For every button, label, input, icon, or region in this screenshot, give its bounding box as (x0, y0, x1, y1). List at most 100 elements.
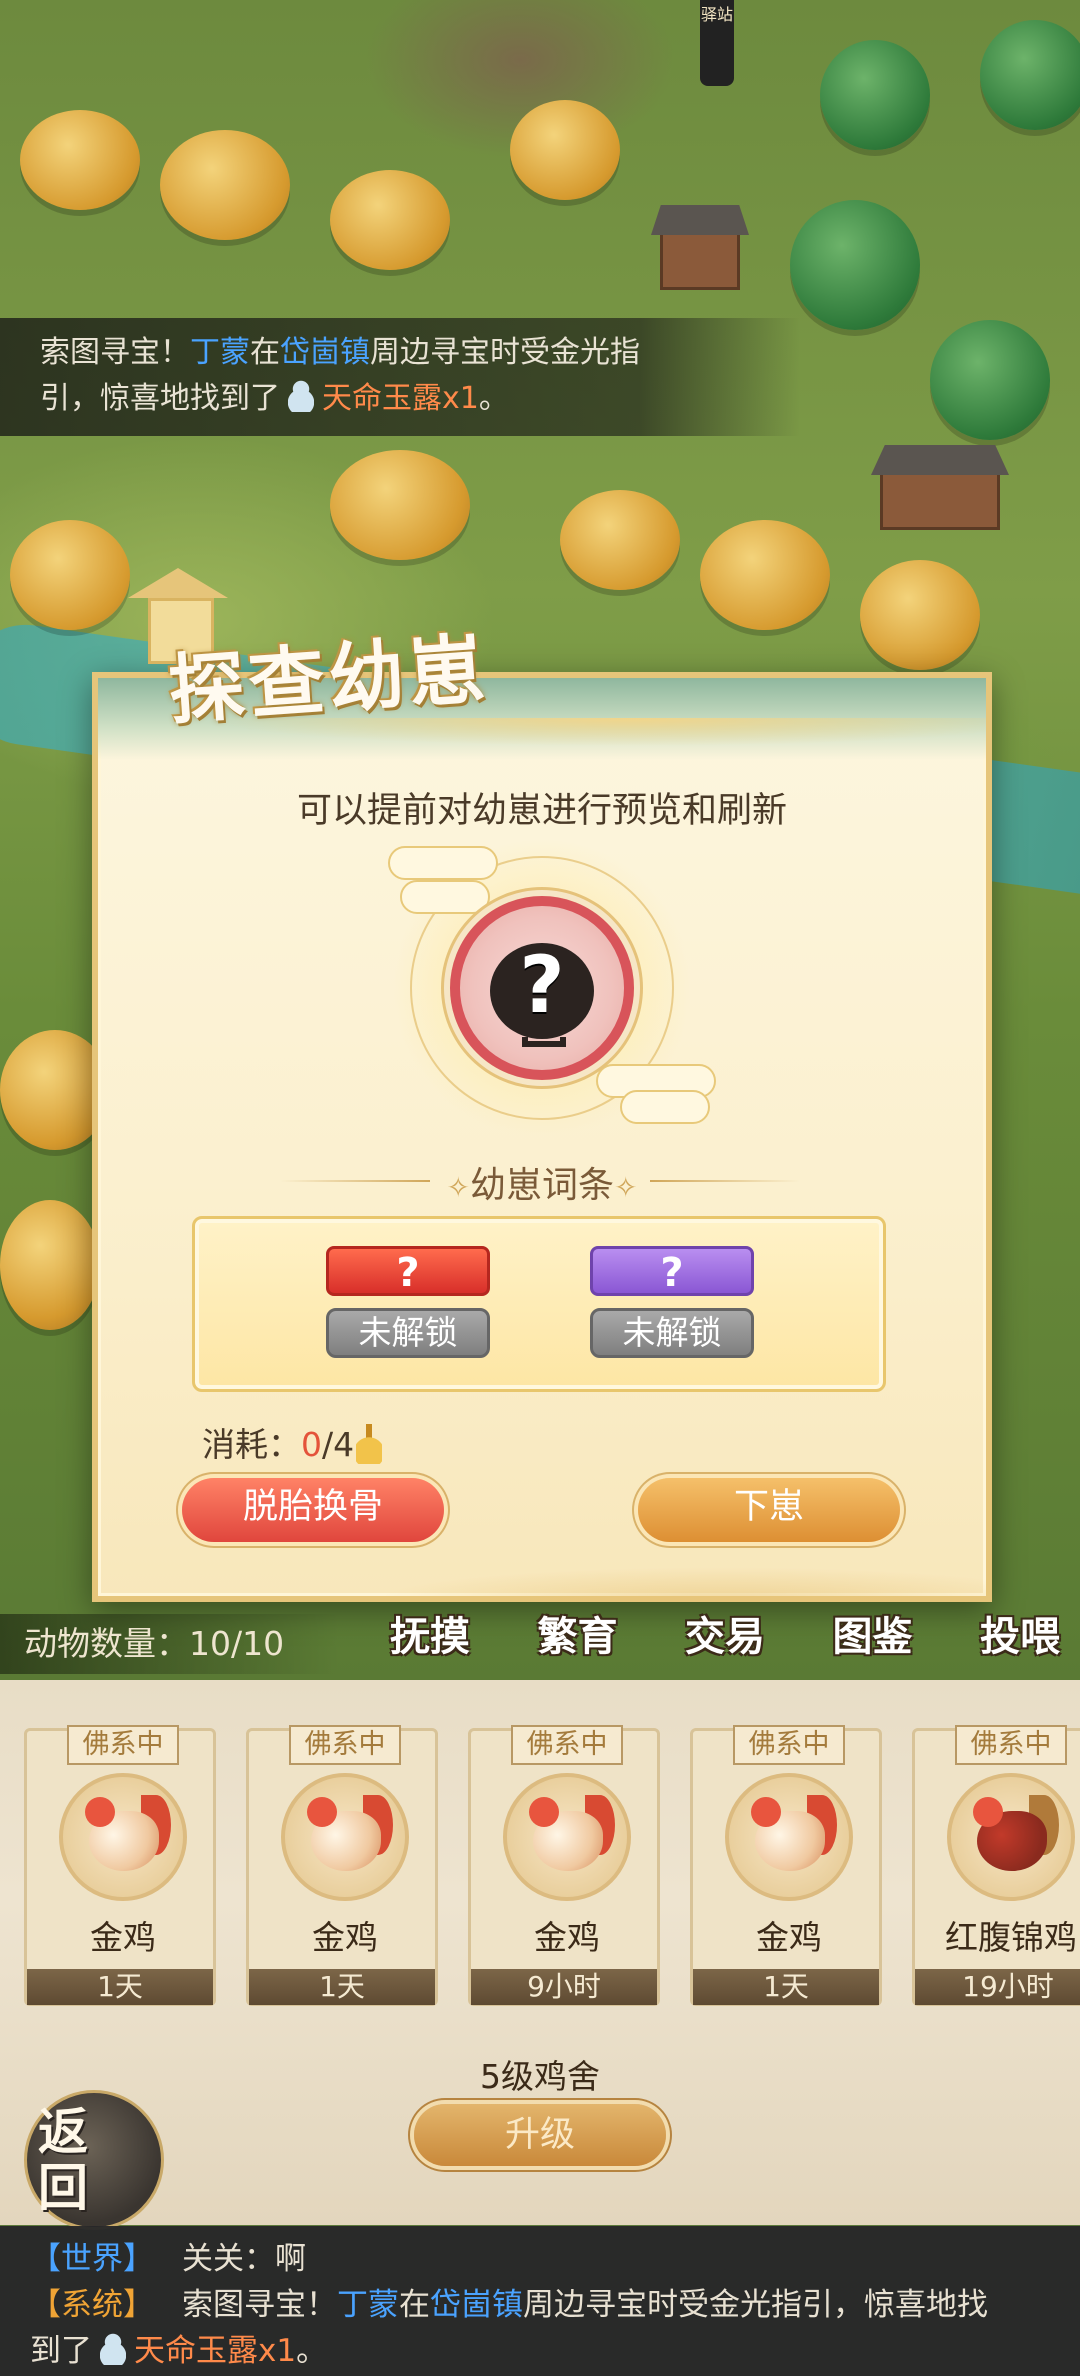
notice-prefix: 索图寻宝！ (40, 335, 190, 370)
upgrade-button[interactable]: 升级 (414, 2104, 666, 2166)
ornament-icon: ✧ (446, 1171, 470, 1204)
dialog-subtitle: 可以提前对幼崽进行预览和刷新 (296, 791, 787, 831)
dialog-bottom-wave (92, 1520, 992, 1602)
notice-item: 天命玉露x1 (322, 381, 479, 416)
notice-text: 周边寻宝时受金光指 (370, 335, 640, 370)
animal-timer: 1天 (693, 1969, 879, 2005)
animal-name: 金鸡 (534, 1918, 600, 1957)
animal-timer: 9小时 (471, 1969, 657, 2005)
back-label-line2: 回 (38, 2158, 88, 2217)
animal-card[interactable]: 佛系中 金鸡 1天 (690, 1725, 882, 2006)
golden-rooster-icon (59, 1773, 187, 1901)
animal-card[interactable]: 佛系中 金鸡 1天 (246, 1725, 438, 2006)
action-bar: 抚摸 繁育 交易 图鉴 投喂 (390, 1604, 1080, 1674)
chat-message: 到了 (30, 2333, 92, 2369)
animal-card[interactable]: 佛系中 红腹锦鸡 19小时 (912, 1725, 1080, 2006)
treasure-notice: 索图寻宝！丁蒙在岱崮镇周边寻宝时受金光指 引，惊喜地找到了 天命玉露x1。 (0, 318, 800, 436)
map-tree (160, 130, 290, 240)
map-building[interactable] (880, 470, 1000, 530)
cost-total: /4 (322, 1425, 355, 1464)
chat-line-world: 【世界】 关关：啊 (30, 2236, 1080, 2282)
chat-item: 天命玉露x1 (134, 2333, 297, 2369)
map-tree (700, 520, 830, 630)
rooster-head (307, 1797, 337, 1827)
notice-text: 。 (478, 381, 509, 416)
gourd-icon (288, 380, 314, 412)
animal-timer: 1天 (249, 1969, 435, 2005)
map-tree (330, 170, 450, 270)
dialog-title: 探查幼崽 (165, 623, 492, 736)
station-sign[interactable]: 驿站 (700, 0, 734, 86)
map-tree (860, 560, 980, 670)
chat-message: 啊 (275, 2241, 306, 2277)
trait-1-locked-button[interactable]: 未解锁 (326, 1308, 490, 1358)
chat-place: 岱崮镇 (430, 2287, 523, 2323)
map-tree (930, 320, 1050, 440)
animal-name: 金鸡 (756, 1918, 822, 1957)
traits-section-label: ✧幼崽词条✧ (92, 1156, 992, 1208)
animal-name: 金鸡 (312, 1918, 378, 1957)
cost-label: 消耗： (202, 1425, 301, 1464)
chat-message: 周边寻宝时受金光指引，惊喜地找 (523, 2287, 988, 2323)
animal-card[interactable]: 佛系中 金鸡 9小时 (468, 1725, 660, 2006)
rooster-head (85, 1797, 115, 1827)
animal-card[interactable]: 佛系中 金鸡 1天 (24, 1725, 216, 2006)
chat-message: 。 (296, 2333, 328, 2369)
question-mark: ? (519, 941, 565, 1031)
cost-current: 0 (301, 1425, 322, 1464)
chat-player-name: 丁蒙 (337, 2287, 399, 2323)
map-tree (980, 20, 1080, 130)
map-tree (10, 520, 130, 630)
chat-line-system: 【系统】 索图寻宝！丁蒙在岱崮镇周边寻宝时受金光指引，惊喜地找 到了 天命玉露x1。 (30, 2282, 1080, 2374)
elixir-bottle-icon (356, 1424, 383, 1464)
notice-player-name: 丁蒙 (190, 335, 250, 370)
trait-2-locked-button[interactable]: 未解锁 (590, 1308, 754, 1358)
status-badge: 佛系中 (289, 1725, 401, 1765)
world-channel-tag: 【世界】 (30, 2241, 154, 2277)
trait-slot-1[interactable]: ? (326, 1246, 490, 1296)
trade-button[interactable]: 交易 (685, 1604, 765, 1674)
chat-box[interactable]: 【世界】 关关：啊 【系统】 索图寻宝！丁蒙在岱崮镇周边寻宝时受金光指引，惊喜地找 … (0, 2226, 1080, 2376)
cloud-icon (620, 1090, 710, 1124)
trait-slot-2[interactable]: ? (590, 1246, 754, 1296)
golden-rooster-icon (725, 1773, 853, 1901)
status-badge: 佛系中 (733, 1725, 845, 1765)
unknown-chick-icon: ? (482, 923, 602, 1053)
codex-button[interactable]: 图鉴 (833, 1604, 913, 1674)
notice-text: 在 (250, 335, 280, 370)
cub-preview-frame[interactable]: ? (450, 896, 634, 1080)
chick-silhouette-feet (522, 1037, 566, 1047)
map-tree (560, 490, 680, 590)
cloud-icon (400, 880, 490, 914)
animal-count: 动物数量：10/10 (0, 1614, 340, 1674)
gourd-icon (100, 2333, 126, 2365)
golden-pheasant-icon (947, 1773, 1075, 1901)
animal-name: 红腹锦鸡 (945, 1918, 1077, 1957)
map-tree (330, 450, 470, 560)
notice-place: 岱崮镇 (280, 335, 370, 370)
map-tree (20, 110, 140, 210)
chat-message: 索图寻宝！ (182, 2287, 337, 2323)
traits-box (192, 1216, 886, 1392)
chat-message: 在 (399, 2287, 430, 2323)
coop-level: 5级鸡舍 (480, 2057, 600, 2096)
animal-timer: 19小时 (915, 1969, 1080, 2005)
cloud-icon (388, 846, 498, 880)
traits-title: 幼崽词条 (469, 1165, 614, 1206)
map-building[interactable] (660, 230, 740, 290)
pheasant-head (973, 1797, 1003, 1827)
map-tree (790, 200, 920, 330)
map-tree (820, 40, 930, 150)
breed-button[interactable]: 繁育 (538, 1604, 618, 1674)
pet-button[interactable]: 抚摸 (390, 1604, 470, 1674)
rooster-head (529, 1797, 559, 1827)
back-label-line1: 返 (38, 2102, 88, 2161)
rooster-head (751, 1797, 781, 1827)
status-badge: 佛系中 (511, 1725, 623, 1765)
golden-rooster-icon (281, 1773, 409, 1901)
feed-button[interactable]: 投喂 (980, 1604, 1060, 1674)
map-tree (0, 1200, 100, 1330)
back-button-label[interactable]: 返 回 (38, 2104, 118, 2216)
status-badge: 佛系中 (67, 1725, 179, 1765)
map-tree (510, 100, 620, 200)
